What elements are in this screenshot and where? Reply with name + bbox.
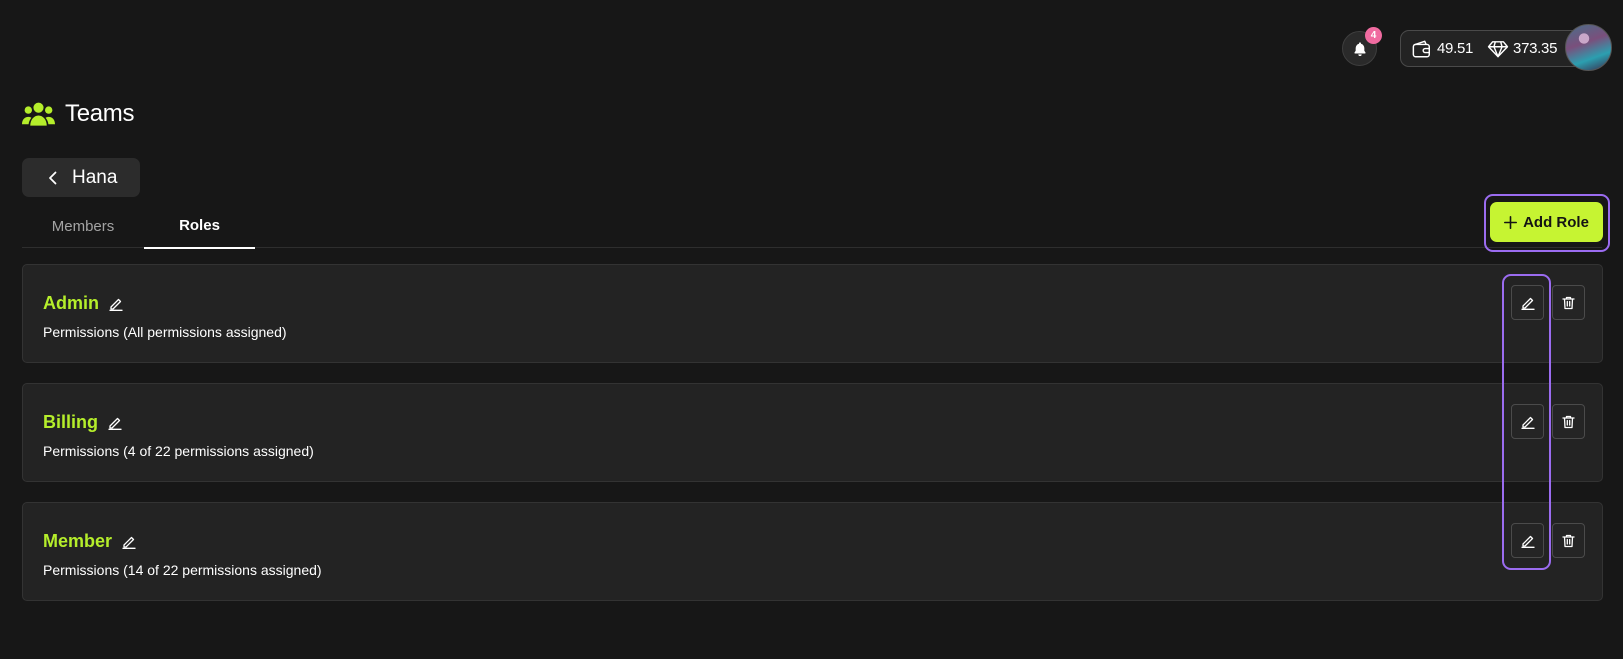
tab-bar: Members Roles (22, 204, 1602, 249)
tab-members[interactable]: Members (22, 204, 144, 248)
role-card-member: Member Permissions (14 of 22 permissions… (22, 502, 1603, 601)
tab-roles[interactable]: Roles (144, 204, 255, 249)
trash-icon (1562, 415, 1575, 429)
page-title: Teams (65, 100, 135, 127)
add-role-label: Add Role (1523, 213, 1589, 231)
pencil-icon (1520, 415, 1535, 429)
pencil-icon (1520, 296, 1535, 310)
role-card-admin: Admin Permissions (All permissions assig… (22, 264, 1603, 363)
back-button[interactable]: Hana (22, 158, 140, 197)
wallet-balance: 49.51 (1411, 39, 1473, 59)
edit-role-button[interactable] (1511, 404, 1544, 439)
wallet-balance-value: 49.51 (1437, 40, 1474, 57)
role-permissions: Permissions (4 of 22 permissions assigne… (43, 443, 314, 459)
edit-role-button[interactable] (1511, 523, 1544, 558)
back-button-label: Hana (72, 166, 118, 188)
add-role-button[interactable]: Add Role (1490, 202, 1603, 242)
role-permissions: Permissions (All permissions assigned) (43, 324, 287, 340)
role-permissions: Permissions (14 of 22 permissions assign… (43, 562, 322, 578)
role-name-row: Billing (43, 412, 122, 433)
role-name: Admin (43, 293, 99, 313)
delete-role-button[interactable] (1552, 523, 1585, 558)
avatar[interactable] (1565, 24, 1612, 71)
pencil-icon (1520, 534, 1535, 548)
role-name-row: Admin (43, 293, 123, 314)
pencil-icon[interactable] (122, 535, 136, 549)
role-card-billing: Billing Permissions (4 of 22 permissions… (22, 383, 1603, 482)
role-name: Billing (43, 412, 98, 432)
pencil-icon[interactable] (109, 297, 123, 311)
chevron-left-icon (48, 171, 58, 185)
trash-icon (1562, 296, 1575, 310)
diamond-icon (1487, 40, 1509, 58)
users-icon (22, 101, 55, 127)
edit-role-button[interactable] (1511, 285, 1544, 320)
page-header: Teams (22, 100, 135, 128)
bell-icon (1352, 41, 1368, 57)
role-name-row: Member (43, 531, 136, 552)
plus-icon (1504, 215, 1518, 229)
pencil-icon[interactable] (108, 416, 122, 430)
trash-icon (1562, 534, 1575, 548)
gem-balance-value: 373.35 (1513, 40, 1558, 57)
role-name: Member (43, 531, 113, 551)
notifications-button[interactable]: 4 (1342, 27, 1382, 66)
delete-role-button[interactable] (1552, 404, 1585, 439)
delete-role-button[interactable] (1552, 285, 1585, 320)
gem-balance: 373.35 (1487, 40, 1557, 58)
notifications-badge: 4 (1365, 27, 1382, 44)
wallet-icon (1411, 39, 1433, 59)
